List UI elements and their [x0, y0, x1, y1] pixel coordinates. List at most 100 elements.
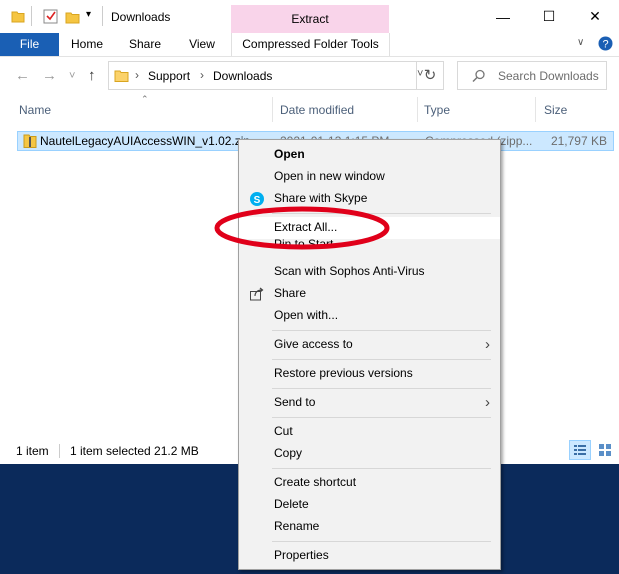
maximize-button[interactable]: ☐: [526, 0, 572, 33]
details-view-button[interactable]: [569, 440, 591, 460]
menu-item-label: Open with...: [274, 308, 339, 322]
up-button[interactable]: ↑: [88, 67, 96, 84]
menu-item-label: Extract All...: [274, 220, 338, 234]
minimize-button[interactable]: —: [480, 0, 526, 33]
search-icon: [472, 69, 485, 83]
menu-item-label: Open: [274, 147, 305, 161]
menu-item-rename[interactable]: Rename: [239, 516, 500, 538]
menu-item-label: Restore previous versions: [274, 366, 413, 380]
menu-item-label: Delete: [274, 497, 309, 511]
menu-item-scan-sophos[interactable]: Scan with Sophos Anti-Virus: [239, 261, 500, 283]
tab-home[interactable]: Home: [63, 33, 111, 56]
menu-item-restore-previous-versions[interactable]: Restore previous versions: [239, 363, 500, 385]
menu-separator: [272, 468, 491, 469]
menu-item-label: Create shortcut: [274, 475, 357, 489]
search-box[interactable]: Search Downloads: [457, 61, 607, 90]
menu-item-open-new-window[interactable]: Open in new window: [239, 166, 500, 188]
recent-locations-button[interactable]: ˅: [69, 70, 75, 82]
menu-item-share[interactable]: Share: [239, 283, 500, 305]
close-icon: ✕: [589, 8, 601, 24]
menu-item-copy[interactable]: Copy: [239, 443, 500, 465]
menu-separator: [272, 330, 491, 331]
menu-item-cut[interactable]: Cut: [239, 421, 500, 443]
zip-file-icon: [23, 134, 37, 148]
customize-quick-access-icon[interactable]: ▾: [86, 9, 91, 20]
menu-item-label: Send to: [274, 395, 316, 409]
window-title: Downloads: [111, 10, 171, 24]
refresh-button[interactable]: ↻: [416, 61, 444, 90]
tab-share[interactable]: Share: [121, 33, 169, 56]
submenu-arrow-icon: ›: [485, 394, 490, 411]
help-icon[interactable]: ?: [598, 36, 613, 51]
menu-separator: [272, 388, 491, 389]
skype-icon: S: [250, 192, 264, 206]
share-icon: [250, 287, 264, 301]
selection-info: 1 item selected 21.2 MB: [70, 444, 199, 458]
column-divider[interactable]: [272, 97, 273, 122]
menu-item-label: Copy: [274, 446, 303, 460]
tab-compressed-folder-tools[interactable]: Compressed Folder Tools: [231, 33, 390, 56]
large-icons-view-button[interactable]: [597, 442, 613, 458]
search-placeholder: Search Downloads: [498, 69, 599, 83]
expand-ribbon-icon[interactable]: ∨: [577, 37, 584, 48]
menu-item-delete[interactable]: Delete: [239, 494, 500, 516]
folder-icon: [114, 70, 129, 82]
sort-ascending-icon: ⌃: [141, 94, 149, 104]
menu-separator: [272, 359, 491, 360]
column-size[interactable]: Size: [544, 103, 567, 117]
column-date-modified[interactable]: Date modified: [280, 103, 354, 117]
breadcrumb-support[interactable]: Support: [148, 69, 190, 83]
menu-item-open[interactable]: Open: [239, 144, 500, 166]
close-button[interactable]: ✕: [572, 0, 618, 33]
back-button[interactable]: ←: [15, 67, 30, 84]
tab-view[interactable]: View: [178, 33, 226, 56]
submenu-arrow-icon: ›: [485, 336, 490, 353]
menu-item-extract-all[interactable]: Extract All...: [239, 217, 500, 239]
column-divider[interactable]: [535, 97, 536, 122]
column-name[interactable]: Name: [19, 103, 51, 117]
menu-item-label: Give access to: [274, 337, 353, 351]
menu-separator: [272, 213, 491, 214]
address-bar[interactable]: › Support › Downloads ˅: [108, 61, 444, 90]
menu-item-share-with-skype[interactable]: S Share with Skype: [239, 188, 500, 210]
context-menu: Open Open in new window S Share with Sky…: [238, 139, 501, 570]
menu-item-give-access-to[interactable]: Give access to ›: [239, 334, 500, 356]
menu-item-label: Open in new window: [274, 169, 385, 183]
menu-item-send-to[interactable]: Send to ›: [239, 392, 500, 414]
maximize-icon: ☐: [542, 8, 556, 24]
item-count: 1 item: [16, 444, 49, 458]
folder-icon: [11, 11, 25, 23]
breadcrumb-separator[interactable]: ›: [200, 68, 204, 82]
context-tab-header: Extract: [231, 5, 389, 33]
menu-item-label: Share with Skype: [274, 191, 368, 205]
context-tab-label: Extract: [291, 12, 329, 26]
menu-item-label: Share: [274, 286, 307, 300]
menu-item-properties[interactable]: Properties: [239, 545, 500, 567]
file-size: 21,797 KB: [550, 134, 607, 148]
menu-item-create-shortcut[interactable]: Create shortcut: [239, 472, 500, 494]
menu-item-open-with[interactable]: Open with...: [239, 305, 500, 327]
menu-separator: [272, 541, 491, 542]
breadcrumb-separator[interactable]: ›: [135, 68, 139, 82]
column-divider[interactable]: [417, 97, 418, 122]
properties-icon[interactable]: [43, 9, 59, 25]
breadcrumb-downloads[interactable]: Downloads: [213, 69, 272, 83]
file-name[interactable]: NautelLegacyAUIAccessWIN_v1.02.zip: [40, 134, 250, 148]
new-folder-icon[interactable]: [65, 9, 81, 25]
menu-item-label: Cut: [274, 424, 293, 438]
column-type[interactable]: Type: [424, 103, 450, 117]
svg-text:?: ?: [602, 39, 608, 51]
title-bar: ▾ Downloads Extract — ☐ ✕: [0, 0, 619, 33]
minimize-icon: —: [496, 8, 510, 25]
menu-item-label: Pin to Start: [274, 239, 334, 251]
menu-item-label: Rename: [274, 519, 320, 533]
tab-file[interactable]: File: [0, 33, 59, 56]
menu-item-pin-to-start[interactable]: Pin to Start: [239, 239, 500, 253]
details-view-icon: [574, 445, 586, 455]
menu-separator: [272, 417, 491, 418]
menu-item-label: Scan with Sophos Anti-Virus: [274, 264, 425, 278]
menu-item-label: Properties: [274, 548, 329, 562]
forward-button[interactable]: →: [42, 67, 57, 84]
address-row: ← → ˅ ↑ › Support › Downloads ˅ ↻ Search…: [0, 58, 619, 96]
svg-text:S: S: [254, 195, 261, 206]
